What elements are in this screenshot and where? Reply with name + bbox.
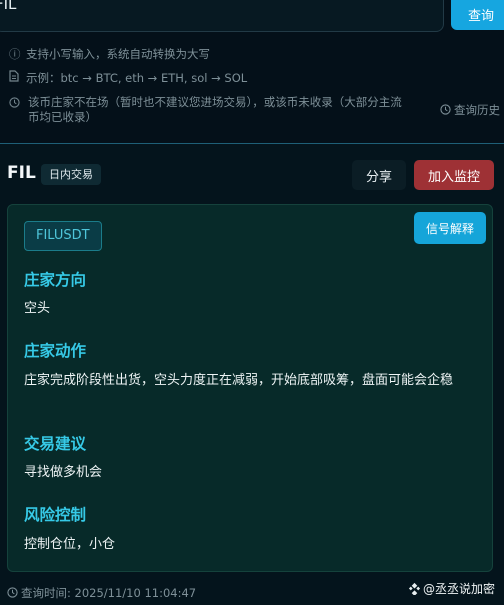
search-input-value: FIL (0, 0, 17, 13)
section-title-risk: 风险控制 (24, 506, 87, 524)
clock-icon (9, 97, 21, 111)
section-title-direction: 庄家方向 (24, 271, 87, 289)
trade-type-badge: 日内交易 (41, 164, 101, 185)
section-text-advice: 寻找做多机会 (24, 465, 103, 480)
hint-not-found: 该币庄家不在场（暂时也不建议您进场交易），或该币未收录（大部分主流 币均已收录） (9, 95, 402, 125)
section-text-direction: 空头 (24, 301, 51, 316)
hint-not-found-line1: 该币庄家不在场（暂时也不建议您进场交易），或该币未收录（大部分主流 (28, 95, 402, 109)
query-history-label: 查询历史 (454, 103, 500, 117)
query-button[interactable]: 查询 (451, 0, 504, 30)
diamond-logo-icon (408, 582, 421, 596)
search-panel: FIL 查询 ⓘ 支持小写输入，系统自动转换为大写 示例：btc → BTC, e… (0, 0, 504, 143)
section-text-risk: 控制仓位，小仓 (24, 537, 116, 552)
share-button[interactable]: 分享 (352, 160, 406, 190)
query-time: 查询时间: 2025/11/10 11:04:47 (7, 585, 196, 601)
clock-icon (7, 587, 18, 598)
info-icon: ⓘ (9, 47, 21, 61)
section-text-action: 庄家完成阶段性出货，空头力度正在减弱，开始底部吸筹，盘面可能会企稳 (24, 373, 454, 388)
watermark-text: @丞丞说加密 (423, 582, 496, 596)
query-time-text: 查询时间: 2025/11/10 11:04:47 (21, 586, 197, 600)
history-clock-icon (440, 104, 451, 115)
hint-example-text: 示例：btc → BTC, eth → ETH, sol → SOL (26, 71, 248, 85)
hint-uppercase-text: 支持小写输入，系统自动转换为大写 (26, 47, 210, 61)
coin-title: FIL (7, 163, 36, 183)
signal-explain-button[interactable]: 信号解释 (414, 212, 486, 244)
symbol-badge: FILUSDT (24, 221, 102, 251)
hint-not-found-line2: 币均已收录） (28, 110, 97, 124)
query-history-link[interactable]: 查询历史 (440, 102, 500, 118)
section-divider (0, 143, 504, 144)
hint-example: 示例：btc → BTC, eth → ETH, sol → SOL (9, 70, 247, 86)
watermark: @丞丞说加密 (408, 580, 495, 597)
hint-uppercase: ⓘ 支持小写输入，系统自动转换为大写 (9, 46, 210, 62)
document-icon (9, 70, 21, 85)
signal-card: FILUSDT 信号解释 庄家方向 空头 庄家动作 庄家完成阶段性出货，空头力度… (7, 204, 493, 572)
add-monitor-button[interactable]: 加入监控 (414, 160, 494, 190)
section-title-action: 庄家动作 (24, 342, 87, 360)
section-title-advice: 交易建议 (24, 435, 87, 453)
search-input[interactable]: FIL (0, 0, 444, 32)
